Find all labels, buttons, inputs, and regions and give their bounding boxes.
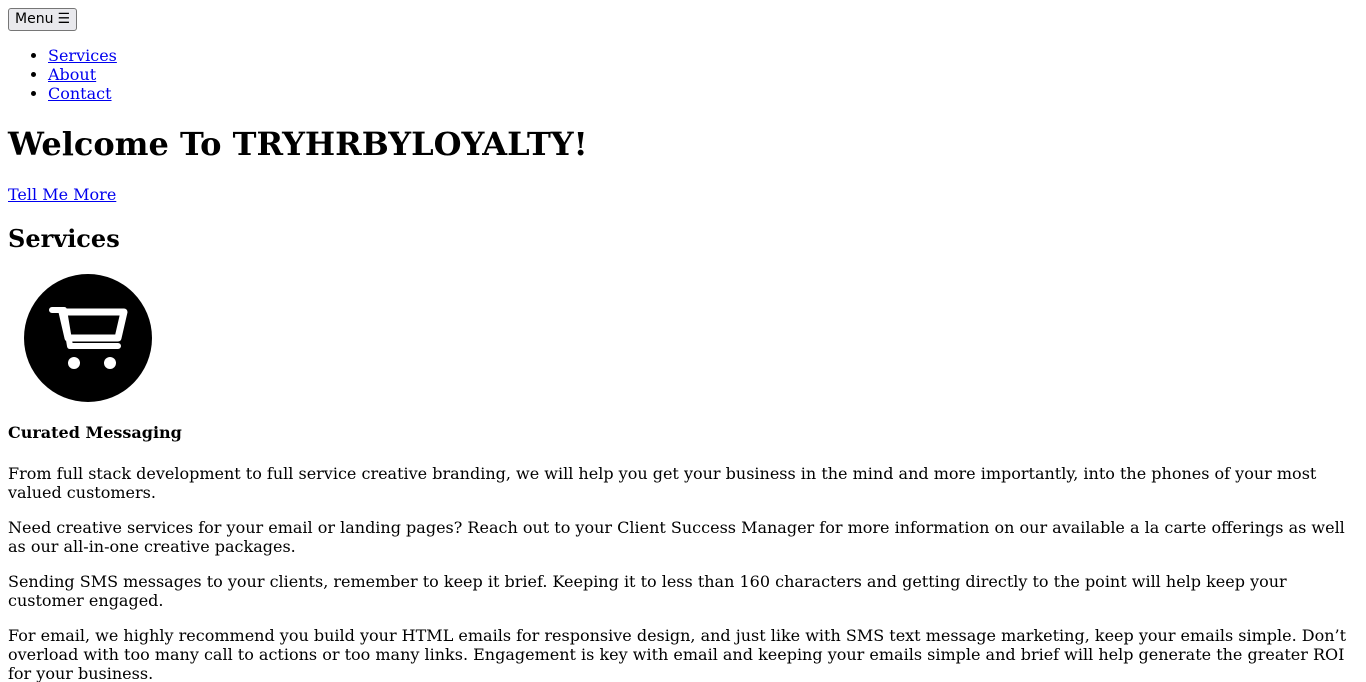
service-paragraph: From full stack development to full serv… xyxy=(8,464,1317,502)
tell-me-more-link[interactable]: Tell Me More xyxy=(8,185,116,204)
service-paragraph: Sending SMS messages to your clients, re… xyxy=(8,572,1287,610)
services-heading: Services xyxy=(8,224,120,253)
nav-link-contact[interactable]: Contact xyxy=(48,84,112,103)
service-paragraph: For email, we highly recommend you build… xyxy=(8,626,1347,682)
nav-item-services: Services xyxy=(48,46,117,65)
service-title: Curated Messaging xyxy=(8,423,182,442)
menu-toggle-button[interactable]: Menu ☰ xyxy=(8,8,78,31)
main-nav: Services About Contact xyxy=(8,46,117,103)
nav-item-contact: Contact xyxy=(48,84,117,103)
shopping-cart-icon xyxy=(24,274,152,402)
menu-label: Menu xyxy=(15,11,54,27)
hamburger-icon: ☰ xyxy=(57,11,71,27)
nav-item-about: About xyxy=(48,65,117,84)
service-paragraph: Need creative services for your email or… xyxy=(8,518,1345,556)
nav-link-services[interactable]: Services xyxy=(48,46,117,65)
hero-title: Welcome To TRYHRBYLOYALTY! xyxy=(8,125,588,163)
nav-link-about[interactable]: About xyxy=(48,65,96,84)
